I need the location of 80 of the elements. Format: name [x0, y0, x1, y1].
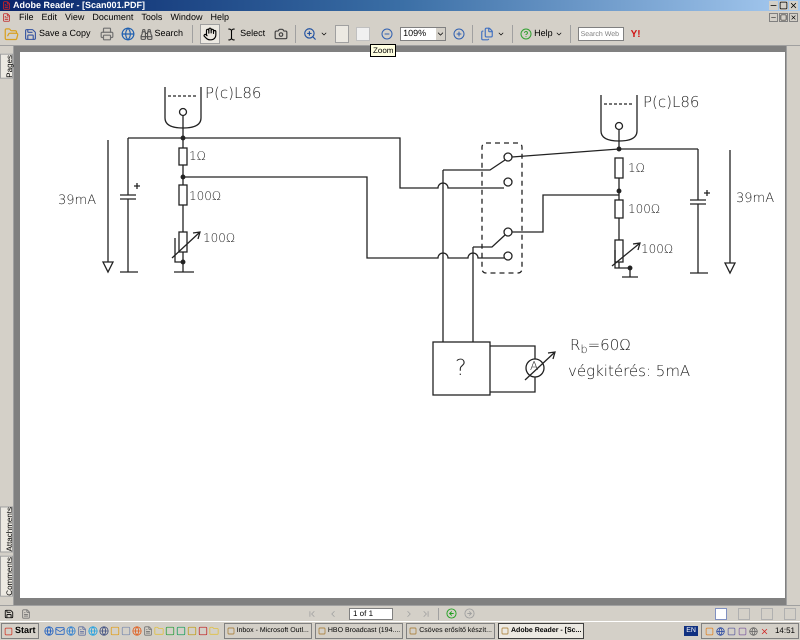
app-icon — [501, 627, 509, 635]
globe-icon[interactable] — [120, 27, 135, 41]
vertical-scrollbar[interactable] — [786, 46, 800, 605]
hand-tool-button[interactable] — [200, 24, 220, 44]
minimize-icon[interactable] — [769, 1, 778, 10]
quick-launch-icon[interactable] — [44, 626, 54, 636]
fit-page-button[interactable] — [335, 25, 350, 43]
minimize-icon[interactable] — [769, 12, 778, 22]
last-page-icon[interactable] — [421, 608, 431, 618]
zoom-in-icon[interactable] — [453, 28, 466, 40]
search-button[interactable]: Search — [138, 27, 186, 41]
menu-item[interactable]: View — [65, 12, 84, 22]
select-tool-button[interactable]: Select — [223, 27, 268, 41]
side-tab[interactable]: Comments — [0, 556, 13, 597]
start-button[interactable]: Start — [1, 623, 39, 639]
handwritten-label: A — [530, 360, 538, 372]
window-title: Adobe Reader - [Scan001.PDF] — [13, 1, 146, 10]
quick-launch-icon[interactable] — [198, 626, 208, 636]
help-button[interactable]: Help — [520, 27, 563, 41]
side-tab[interactable]: Pages — [0, 54, 13, 79]
zoom-field[interactable]: 109% — [400, 27, 446, 41]
menu-item[interactable]: Tools — [141, 12, 162, 22]
zoom-out-icon[interactable] — [381, 28, 394, 40]
handwritten-label: 100Ω — [641, 243, 674, 255]
app-icon — [409, 627, 418, 635]
dropdown-caret-icon[interactable] — [436, 28, 446, 40]
quick-launch-icon[interactable] — [176, 626, 186, 636]
close-icon[interactable] — [789, 1, 798, 10]
handwritten-label: 1Ω — [628, 162, 645, 174]
handwritten-label: végkitérés: 5mA — [568, 364, 690, 379]
menu-item[interactable]: Help — [210, 12, 229, 22]
quick-launch-icon[interactable] — [76, 626, 87, 636]
clock: 14:51 — [774, 625, 795, 637]
single-page-button[interactable] — [715, 608, 727, 620]
zoom-in-icon[interactable] — [303, 27, 318, 41]
save-icon — [24, 28, 37, 40]
tooltip: Zoom — [370, 44, 396, 57]
binoculars-icon — [140, 28, 153, 40]
close-icon[interactable] — [789, 12, 798, 22]
document-icon[interactable] — [21, 608, 31, 618]
app-icon — [226, 627, 235, 635]
handwritten-label: ? — [455, 358, 467, 380]
camera-icon[interactable] — [274, 27, 288, 41]
quick-launch-icon[interactable] — [54, 626, 65, 636]
quick-launch-icon[interactable] — [142, 626, 153, 636]
quick-launch-icon[interactable] — [66, 626, 76, 636]
tray-icon[interactable] — [748, 626, 758, 636]
handwritten-label: 39mA — [58, 194, 96, 207]
handwritten-label: 100Ω — [203, 232, 236, 244]
quick-launch-icon[interactable] — [98, 626, 109, 636]
side-tab[interactable]: Attachments — [0, 506, 13, 552]
first-page-icon[interactable] — [307, 608, 317, 618]
toolbar-logo[interactable]: Y! — [630, 26, 641, 42]
quick-launch-icon[interactable] — [132, 626, 142, 636]
app-icon — [318, 627, 326, 635]
save-copy-button[interactable]: Save a Copy — [22, 27, 93, 41]
handwritten-label: 39mA — [736, 192, 774, 205]
menu-item[interactable]: File — [19, 12, 34, 22]
menu-item[interactable]: Edit — [42, 12, 58, 22]
handwritten-label: 100Ω — [628, 203, 660, 215]
help-icon — [520, 28, 532, 40]
document-icon — [2, 12, 11, 22]
caret-icon — [554, 30, 563, 38]
handwritten-label: P(c)L86 — [643, 95, 700, 110]
quick-launch-icon[interactable] — [164, 626, 175, 636]
menu-item[interactable]: Document — [92, 12, 134, 22]
dropdown-caret-icon[interactable] — [320, 30, 328, 38]
menu-item[interactable]: Window — [170, 12, 202, 22]
dropdown-caret-icon[interactable] — [497, 30, 506, 38]
hand-icon — [203, 27, 218, 41]
handwritten-label: 1Ω — [189, 150, 206, 162]
handwritten-label: R$_{b}$=60Ω — [570, 338, 631, 353]
tray-icon[interactable] — [760, 626, 769, 636]
app-icon — [2, 1, 11, 10]
printer-icon[interactable] — [100, 27, 114, 41]
save-icon[interactable] — [4, 608, 14, 618]
tray-icon[interactable] — [716, 626, 725, 636]
handwritten-label: 100Ω — [189, 190, 222, 202]
page-number-field[interactable]: 1 of 1 — [349, 608, 393, 620]
handwritten-label: P(c)L86 — [205, 86, 262, 101]
